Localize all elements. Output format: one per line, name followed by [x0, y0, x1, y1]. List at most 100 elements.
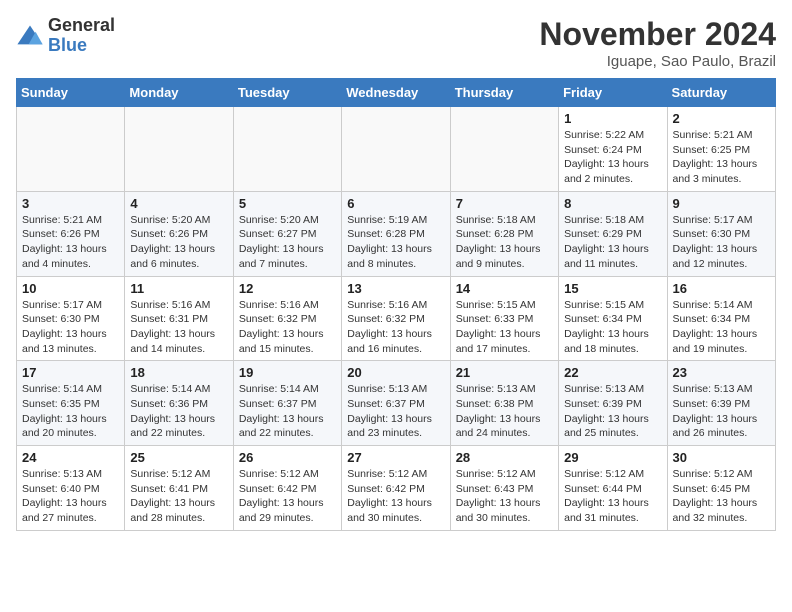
calendar-cell	[342, 107, 450, 192]
calendar-cell: 7 Sunrise: 5:18 AM Sunset: 6:28 PM Daylig…	[450, 191, 558, 276]
day-number: 3	[22, 196, 119, 211]
calendar-cell: 2 Sunrise: 5:21 AM Sunset: 6:25 PM Daylig…	[667, 107, 775, 192]
calendar-cell: 29Sunrise: 5:12 AM Sunset: 6:44 PM Dayli…	[559, 446, 667, 531]
day-info: Sunrise: 5:20 AM Sunset: 6:27 PM Dayligh…	[239, 213, 336, 272]
calendar-week-5: 24 Sunrise: 5:13 AM Sunset: 6:40 PM Dayli…	[17, 446, 776, 531]
day-number: 16	[673, 281, 770, 296]
calendar-cell: 11 Sunrise: 5:16 AM Sunset: 6:31 PM Dayli…	[125, 276, 233, 361]
day-number: 12	[239, 281, 336, 296]
calendar-table: SundayMondayTuesdayWednesdayThursdayFrid…	[16, 78, 776, 531]
calendar-week-3: 10 Sunrise: 5:17 AM Sunset: 6:30 PM Dayli…	[17, 276, 776, 361]
day-number: 23	[673, 365, 770, 380]
logo: General Blue	[16, 16, 115, 56]
day-number: 1	[564, 111, 661, 126]
day-info: Sunrise: 5:13 AM Sunset: 6:40 PM Dayligh…	[22, 467, 119, 526]
day-info: Sunrise: 5:15 AM Sunset: 6:34 PM Dayligh…	[564, 298, 661, 357]
calendar-cell: 8Sunrise: 5:18 AM Sunset: 6:29 PM Daylig…	[559, 191, 667, 276]
day-number: 9	[673, 196, 770, 211]
day-number: 14	[456, 281, 553, 296]
day-info: Sunrise: 5:20 AM Sunset: 6:26 PM Dayligh…	[130, 213, 227, 272]
day-info: Sunrise: 5:19 AM Sunset: 6:28 PM Dayligh…	[347, 213, 444, 272]
header-friday: Friday	[559, 79, 667, 107]
day-number: 20	[347, 365, 444, 380]
calendar-cell	[450, 107, 558, 192]
day-number: 30	[673, 450, 770, 465]
day-info: Sunrise: 5:14 AM Sunset: 6:35 PM Dayligh…	[22, 382, 119, 441]
day-number: 22	[564, 365, 661, 380]
day-info: Sunrise: 5:18 AM Sunset: 6:28 PM Dayligh…	[456, 213, 553, 272]
calendar-cell: 25Sunrise: 5:12 AM Sunset: 6:41 PM Dayli…	[125, 446, 233, 531]
calendar-cell: 27 Sunrise: 5:12 AM Sunset: 6:42 PM Dayli…	[342, 446, 450, 531]
day-info: Sunrise: 5:16 AM Sunset: 6:32 PM Dayligh…	[347, 298, 444, 357]
calendar-cell: 16 Sunrise: 5:14 AM Sunset: 6:34 PM Dayli…	[667, 276, 775, 361]
calendar-cell: 12 Sunrise: 5:16 AM Sunset: 6:32 PM Dayli…	[233, 276, 341, 361]
calendar-cell: 21Sunrise: 5:13 AM Sunset: 6:38 PM Dayli…	[450, 361, 558, 446]
calendar-cell	[125, 107, 233, 192]
calendar-cell: 22 Sunrise: 5:13 AM Sunset: 6:39 PM Dayli…	[559, 361, 667, 446]
header-wednesday: Wednesday	[342, 79, 450, 107]
calendar-cell: 17 Sunrise: 5:14 AM Sunset: 6:35 PM Dayli…	[17, 361, 125, 446]
day-info: Sunrise: 5:14 AM Sunset: 6:37 PM Dayligh…	[239, 382, 336, 441]
day-info: Sunrise: 5:18 AM Sunset: 6:29 PM Dayligh…	[564, 213, 661, 272]
calendar-header-row: SundayMondayTuesdayWednesdayThursdayFrid…	[17, 79, 776, 107]
day-info: Sunrise: 5:15 AM Sunset: 6:33 PM Dayligh…	[456, 298, 553, 357]
day-number: 2	[673, 111, 770, 126]
calendar-cell: 1 Sunrise: 5:22 AM Sunset: 6:24 PM Daylig…	[559, 107, 667, 192]
logo-general: General	[48, 15, 115, 35]
calendar-cell: 24 Sunrise: 5:13 AM Sunset: 6:40 PM Dayli…	[17, 446, 125, 531]
logo-blue: Blue	[48, 35, 87, 55]
day-info: Sunrise: 5:22 AM Sunset: 6:24 PM Dayligh…	[564, 128, 661, 187]
day-number: 15	[564, 281, 661, 296]
calendar-cell: 26Sunrise: 5:12 AM Sunset: 6:42 PM Dayli…	[233, 446, 341, 531]
day-info: Sunrise: 5:16 AM Sunset: 6:32 PM Dayligh…	[239, 298, 336, 357]
title-area: November 2024 Iguape, Sao Paulo, Brazil	[539, 16, 776, 70]
logo-icon	[16, 22, 44, 50]
calendar-cell: 6Sunrise: 5:19 AM Sunset: 6:28 PM Daylig…	[342, 191, 450, 276]
header-thursday: Thursday	[450, 79, 558, 107]
day-info: Sunrise: 5:17 AM Sunset: 6:30 PM Dayligh…	[673, 213, 770, 272]
day-number: 4	[130, 196, 227, 211]
day-info: Sunrise: 5:12 AM Sunset: 6:45 PM Dayligh…	[673, 467, 770, 526]
day-number: 13	[347, 281, 444, 296]
location: Iguape, Sao Paulo, Brazil	[539, 53, 776, 70]
calendar-cell: 23 Sunrise: 5:13 AM Sunset: 6:39 PM Dayli…	[667, 361, 775, 446]
calendar-cell	[233, 107, 341, 192]
day-number: 27	[347, 450, 444, 465]
calendar-cell: 5Sunrise: 5:20 AM Sunset: 6:27 PM Daylig…	[233, 191, 341, 276]
day-number: 7	[456, 196, 553, 211]
day-number: 28	[456, 450, 553, 465]
day-info: Sunrise: 5:12 AM Sunset: 6:44 PM Dayligh…	[564, 467, 661, 526]
calendar-week-4: 17 Sunrise: 5:14 AM Sunset: 6:35 PM Dayli…	[17, 361, 776, 446]
calendar-week-1: 1 Sunrise: 5:22 AM Sunset: 6:24 PM Daylig…	[17, 107, 776, 192]
day-number: 24	[22, 450, 119, 465]
calendar-cell	[17, 107, 125, 192]
calendar-cell: 18Sunrise: 5:14 AM Sunset: 6:36 PM Dayli…	[125, 361, 233, 446]
day-info: Sunrise: 5:13 AM Sunset: 6:39 PM Dayligh…	[564, 382, 661, 441]
day-number: 17	[22, 365, 119, 380]
day-number: 11	[130, 281, 227, 296]
day-info: Sunrise: 5:12 AM Sunset: 6:41 PM Dayligh…	[130, 467, 227, 526]
day-info: Sunrise: 5:14 AM Sunset: 6:34 PM Dayligh…	[673, 298, 770, 357]
calendar-cell: 14 Sunrise: 5:15 AM Sunset: 6:33 PM Dayli…	[450, 276, 558, 361]
calendar-cell: 19Sunrise: 5:14 AM Sunset: 6:37 PM Dayli…	[233, 361, 341, 446]
calendar-cell: 28 Sunrise: 5:12 AM Sunset: 6:43 PM Dayli…	[450, 446, 558, 531]
day-info: Sunrise: 5:14 AM Sunset: 6:36 PM Dayligh…	[130, 382, 227, 441]
day-number: 10	[22, 281, 119, 296]
calendar-cell: 13 Sunrise: 5:16 AM Sunset: 6:32 PM Dayli…	[342, 276, 450, 361]
day-info: Sunrise: 5:12 AM Sunset: 6:42 PM Dayligh…	[347, 467, 444, 526]
day-info: Sunrise: 5:13 AM Sunset: 6:39 PM Dayligh…	[673, 382, 770, 441]
calendar-cell: 20Sunrise: 5:13 AM Sunset: 6:37 PM Dayli…	[342, 361, 450, 446]
header-saturday: Saturday	[667, 79, 775, 107]
calendar-cell: 15 Sunrise: 5:15 AM Sunset: 6:34 PM Dayli…	[559, 276, 667, 361]
calendar-cell: 3Sunrise: 5:21 AM Sunset: 6:26 PM Daylig…	[17, 191, 125, 276]
header-tuesday: Tuesday	[233, 79, 341, 107]
day-info: Sunrise: 5:12 AM Sunset: 6:43 PM Dayligh…	[456, 467, 553, 526]
header-monday: Monday	[125, 79, 233, 107]
day-info: Sunrise: 5:16 AM Sunset: 6:31 PM Dayligh…	[130, 298, 227, 357]
day-info: Sunrise: 5:17 AM Sunset: 6:30 PM Dayligh…	[22, 298, 119, 357]
calendar-cell: 30 Sunrise: 5:12 AM Sunset: 6:45 PM Dayli…	[667, 446, 775, 531]
page-header: General Blue November 2024 Iguape, Sao P…	[16, 16, 776, 70]
day-number: 21	[456, 365, 553, 380]
day-info: Sunrise: 5:21 AM Sunset: 6:25 PM Dayligh…	[673, 128, 770, 187]
month-title: November 2024	[539, 16, 776, 53]
